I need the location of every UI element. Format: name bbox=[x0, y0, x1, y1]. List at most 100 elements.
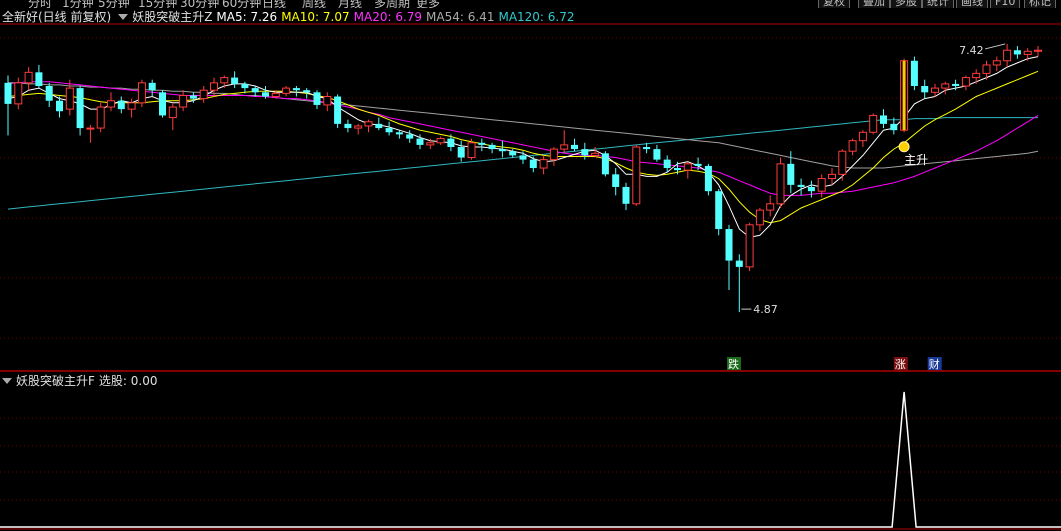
candle-body bbox=[519, 155, 527, 160]
candle-body bbox=[622, 186, 630, 204]
candle-body bbox=[952, 83, 960, 86]
sub-indicator-name[interactable]: 妖股突破主升F bbox=[16, 374, 95, 388]
candle-body bbox=[159, 92, 166, 116]
candle-body bbox=[148, 82, 156, 91]
candle-body bbox=[972, 72, 981, 79]
ma5-label: MA5: 7.26 bbox=[216, 10, 278, 24]
candle-body bbox=[251, 88, 259, 93]
candle-body bbox=[127, 102, 136, 110]
candle-body bbox=[231, 77, 239, 84]
candle-body bbox=[890, 123, 898, 131]
candle-body bbox=[674, 168, 681, 171]
candle-body bbox=[776, 163, 785, 205]
candle-body bbox=[921, 86, 929, 93]
candle-body bbox=[601, 153, 609, 175]
candle-body bbox=[447, 138, 455, 147]
marker-finance: 财 bbox=[929, 357, 940, 371]
candle-body bbox=[787, 163, 795, 185]
candle-body bbox=[992, 60, 1001, 66]
candle-body bbox=[220, 77, 229, 84]
candle-body bbox=[931, 87, 939, 93]
candle-body bbox=[478, 142, 486, 145]
candle-body bbox=[807, 186, 815, 192]
candle-body bbox=[137, 82, 146, 104]
ma20-label: MA20: 6.79 bbox=[353, 10, 423, 24]
candle-body bbox=[35, 72, 43, 86]
ma54-label: MA54: 6.41 bbox=[426, 10, 495, 24]
sub-indicator-line bbox=[0, 391, 1061, 528]
high-arrow bbox=[984, 43, 1006, 50]
candle-body bbox=[323, 96, 332, 106]
candle-body bbox=[766, 203, 775, 211]
candle-body bbox=[653, 149, 661, 160]
candle-body bbox=[426, 142, 435, 146]
candle-body bbox=[848, 140, 857, 152]
candle-body bbox=[745, 224, 754, 268]
candle-body bbox=[179, 94, 188, 108]
candle-body bbox=[467, 142, 476, 159]
candle-body bbox=[509, 151, 517, 156]
candle-body bbox=[313, 92, 321, 105]
ma10-label: MA10: 7.07 bbox=[281, 10, 350, 24]
candle-body bbox=[457, 147, 465, 158]
candle-body bbox=[303, 90, 311, 93]
candle-body bbox=[797, 184, 805, 187]
candle-body bbox=[76, 88, 84, 129]
dropdown-arrow-icon[interactable] bbox=[2, 378, 12, 384]
candle-body bbox=[539, 159, 548, 169]
candle-body bbox=[96, 106, 105, 129]
candle-body bbox=[880, 115, 887, 124]
indicator-name[interactable]: 妖股突破主升Z bbox=[132, 10, 212, 24]
candle-body bbox=[354, 125, 363, 129]
candle-body bbox=[436, 138, 445, 144]
candle-body bbox=[416, 138, 424, 145]
candle-body bbox=[189, 95, 197, 99]
candle-body bbox=[715, 191, 723, 230]
candle-body bbox=[406, 134, 414, 139]
candle-body bbox=[982, 64, 991, 74]
candle-body bbox=[941, 83, 950, 89]
candle-body bbox=[817, 178, 826, 192]
candle-body bbox=[643, 147, 651, 150]
candle-body bbox=[117, 100, 125, 110]
candle-body bbox=[498, 149, 506, 152]
signal-label: 主升 bbox=[904, 153, 928, 167]
candle-body bbox=[581, 149, 589, 156]
candle-body bbox=[65, 87, 74, 110]
candle-body bbox=[344, 123, 352, 129]
ma5-line bbox=[7, 56, 1039, 238]
candle-body bbox=[56, 100, 63, 112]
candle-body bbox=[488, 144, 496, 150]
candle-body bbox=[828, 173, 836, 180]
candle-body bbox=[210, 82, 218, 91]
candle-body bbox=[560, 144, 569, 150]
marker-fall: 跌 bbox=[728, 357, 739, 371]
candle-body bbox=[632, 146, 641, 205]
candle-body bbox=[364, 121, 373, 127]
candle-body bbox=[612, 174, 620, 187]
candle-body bbox=[704, 165, 712, 192]
breakout-highlight bbox=[902, 60, 906, 131]
candle-body bbox=[1023, 50, 1032, 55]
kline-chart: 7.42 4.87 主升跌 涨 财 bbox=[0, 23, 1061, 530]
candle-body bbox=[591, 152, 600, 156]
candle-body bbox=[549, 148, 558, 161]
candle-body bbox=[1013, 50, 1021, 55]
dropdown-arrow-icon[interactable] bbox=[118, 14, 129, 20]
high-price-label: 7.42 bbox=[959, 44, 984, 57]
candle-body bbox=[1034, 49, 1042, 52]
candle-body bbox=[663, 159, 671, 169]
candle-body bbox=[4, 82, 12, 104]
candle-body bbox=[1003, 49, 1012, 62]
candle-body bbox=[869, 114, 878, 133]
candle-body bbox=[334, 96, 342, 124]
candle-body bbox=[282, 87, 291, 94]
candle-body bbox=[375, 123, 383, 129]
low-price-label: 4.87 bbox=[753, 303, 778, 316]
candle-body bbox=[725, 229, 733, 261]
candle-body bbox=[168, 106, 177, 119]
candle-body bbox=[107, 100, 115, 108]
ma120-label: MA120: 6.72 bbox=[498, 10, 575, 24]
candle-body bbox=[241, 83, 249, 89]
candle-body bbox=[14, 82, 23, 105]
